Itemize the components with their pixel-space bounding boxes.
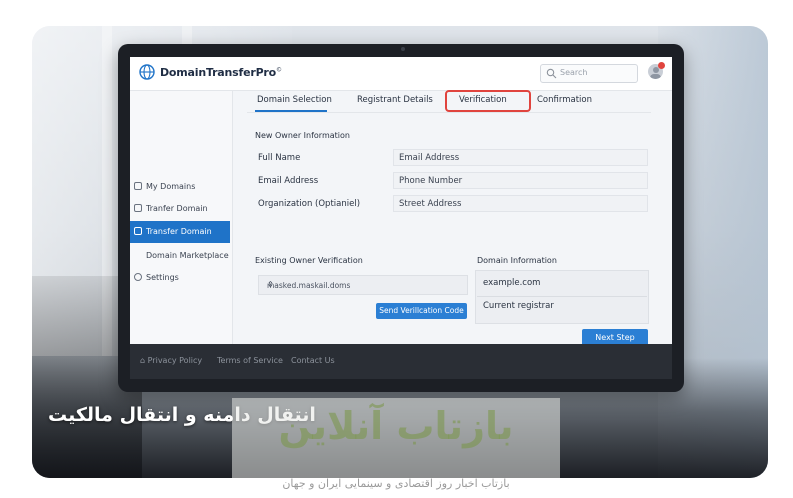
sidebar-item-transfer-domain[interactable]: Transfer Domain [130,221,230,243]
watermark-tagline: بازتاب اخبار روز اقتصادی و سینمایی ایران… [282,477,510,490]
notification-badge [658,62,665,69]
sidebar-item-settings[interactable]: Settings [130,267,230,289]
sidebar-item-my-domains[interactable]: My Domains [130,176,230,198]
street-address-field[interactable]: Street Address [393,195,648,212]
chevron-updown-icon: ⇕ [267,280,274,289]
domain-info-title: Domain Information [477,256,557,265]
globe-logo-icon [139,64,155,80]
current-registrar: Current registrar [483,301,554,311]
tabs-divider [247,112,651,113]
tab-domain-selection[interactable]: Domain Selection [257,95,332,105]
tab-registrant-details[interactable]: Registrant Details [357,95,433,105]
folder-icon [134,204,142,212]
full-name-label: Full Name [258,153,301,163]
organization-label: Organization (Optianiel) [258,199,361,209]
wizard-tabs: Domain Selection Registrant Details Veri… [233,90,653,113]
send-verification-code-button[interactable]: Send Verillcation Code [376,303,467,319]
new-owner-title: New Owner Information [255,131,350,140]
monitor: DomainTransferPro© Search My Domains Tra… [118,44,684,392]
owner-email-select[interactable]: masked.maskail.doms ⇕ [258,275,468,295]
transfer-icon [134,227,142,235]
email-address-label: Email Address [258,176,319,186]
brand-name: DomainTransferPro© [160,66,282,79]
search-icon [546,68,557,79]
webcam-icon [401,47,405,51]
search-input[interactable]: Search [540,64,638,83]
watermark-logo: بازتاب آنلاین [278,404,514,448]
search-placeholder: Search [560,68,588,77]
existing-owner-title: Existing Owner Verification [255,256,363,265]
footer-bar: ⌂ Privacy Policy Terms of Service Contac… [130,344,672,379]
top-bar: DomainTransferPro© Search [130,57,672,91]
app-screen: DomainTransferPro© Search My Domains Tra… [130,57,672,344]
phone-number-field[interactable]: Phone Number [393,172,648,189]
avatar-body [650,74,661,79]
tab-highlight-box [445,90,531,112]
sidebar: My Domains Tranfer Domain Transfer Domai… [130,91,233,344]
tab-confirmation[interactable]: Confirmation [537,95,592,105]
gear-icon [134,273,142,281]
next-step-button[interactable]: Next Step [582,329,648,344]
sidebar-item-tranfer-domain[interactable]: Tranfer Domain [130,198,230,220]
terms-of-service-link[interactable]: Terms of Service [217,356,283,365]
privacy-policy-link[interactable]: ⌂ Privacy Policy [140,356,202,365]
sidebar-item-domain-marketplace[interactable]: Domain Marketplace [130,245,230,267]
email-address-field[interactable]: Email Address [393,149,648,166]
home-icon [134,182,142,190]
domain-name: example.com [483,278,541,288]
domain-info-divider [477,296,647,297]
contact-us-link[interactable]: Contact Us [291,356,335,365]
domain-info-panel: example.com Current registrar [475,270,649,324]
main-content: Domain Selection Registrant Details Veri… [233,90,672,344]
